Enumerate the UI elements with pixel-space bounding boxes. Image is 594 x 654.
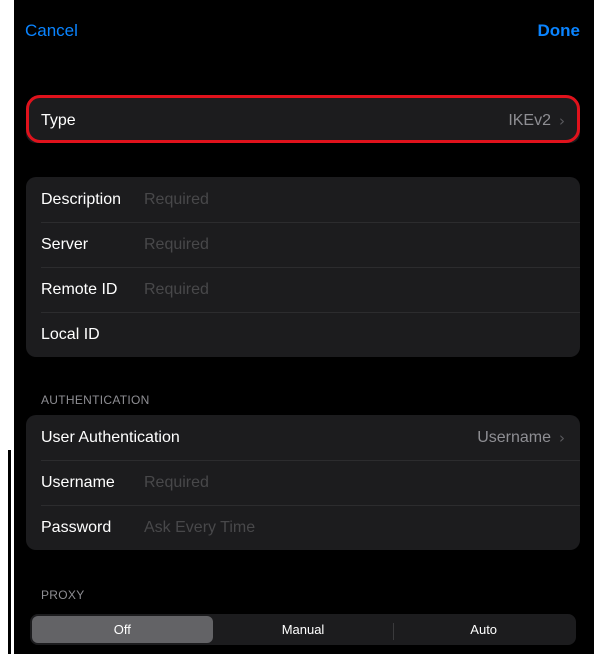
proxy-section-header: PROXY: [41, 588, 85, 602]
local-id-row[interactable]: Local ID: [26, 312, 580, 357]
user-authentication-label: User Authentication: [41, 428, 180, 446]
server-fields-group: Description Required Server Required Rem…: [26, 177, 580, 357]
cancel-button[interactable]: Cancel: [25, 21, 78, 41]
type-group: Type IKEv2 ›: [26, 98, 580, 143]
proxy-option-manual[interactable]: Manual: [213, 616, 394, 643]
done-button[interactable]: Done: [538, 21, 581, 41]
username-label: Username: [41, 473, 115, 491]
type-label: Type: [41, 111, 76, 129]
username-field[interactable]: Required: [144, 474, 209, 492]
chevron-right-icon: ›: [559, 428, 565, 447]
remote-id-row[interactable]: Remote ID Required: [26, 267, 580, 312]
vpn-configuration-sheet: Cancel Done Type IKEv2 › Description Req…: [14, 0, 594, 654]
description-label: Description: [41, 190, 122, 208]
remote-id-field[interactable]: Required: [144, 281, 209, 299]
remote-id-label: Remote ID: [41, 280, 118, 298]
chevron-right-icon: ›: [559, 111, 565, 130]
description-row[interactable]: Description Required: [26, 177, 580, 222]
user-authentication-value-container: Username ›: [477, 429, 565, 447]
user-authentication-value: Username: [477, 428, 551, 446]
left-edge-line: [8, 450, 11, 654]
server-row[interactable]: Server Required: [26, 222, 580, 267]
type-row[interactable]: Type IKEv2 ›: [26, 98, 580, 143]
user-authentication-row[interactable]: User Authentication Username ›: [26, 415, 580, 460]
navigation-bar: Cancel Done: [14, 0, 594, 64]
left-edge-strip: [0, 450, 14, 654]
username-row[interactable]: Username Required: [26, 460, 580, 505]
proxy-option-auto[interactable]: Auto: [393, 616, 574, 643]
password-label: Password: [41, 518, 112, 536]
password-row[interactable]: Password Ask Every Time: [26, 505, 580, 550]
proxy-segmented-control[interactable]: Off Manual Auto: [30, 614, 576, 645]
proxy-option-off[interactable]: Off: [32, 616, 213, 643]
authentication-section-header: AUTHENTICATION: [41, 393, 150, 407]
local-id-label: Local ID: [41, 325, 100, 343]
type-value: IKEv2: [508, 111, 551, 129]
authentication-group: User Authentication Username › Username …: [26, 415, 580, 550]
description-field[interactable]: Required: [144, 191, 209, 209]
server-label: Server: [41, 235, 89, 253]
server-field[interactable]: Required: [144, 236, 209, 254]
password-field[interactable]: Ask Every Time: [144, 519, 255, 537]
type-value-container: IKEv2 ›: [508, 112, 565, 130]
